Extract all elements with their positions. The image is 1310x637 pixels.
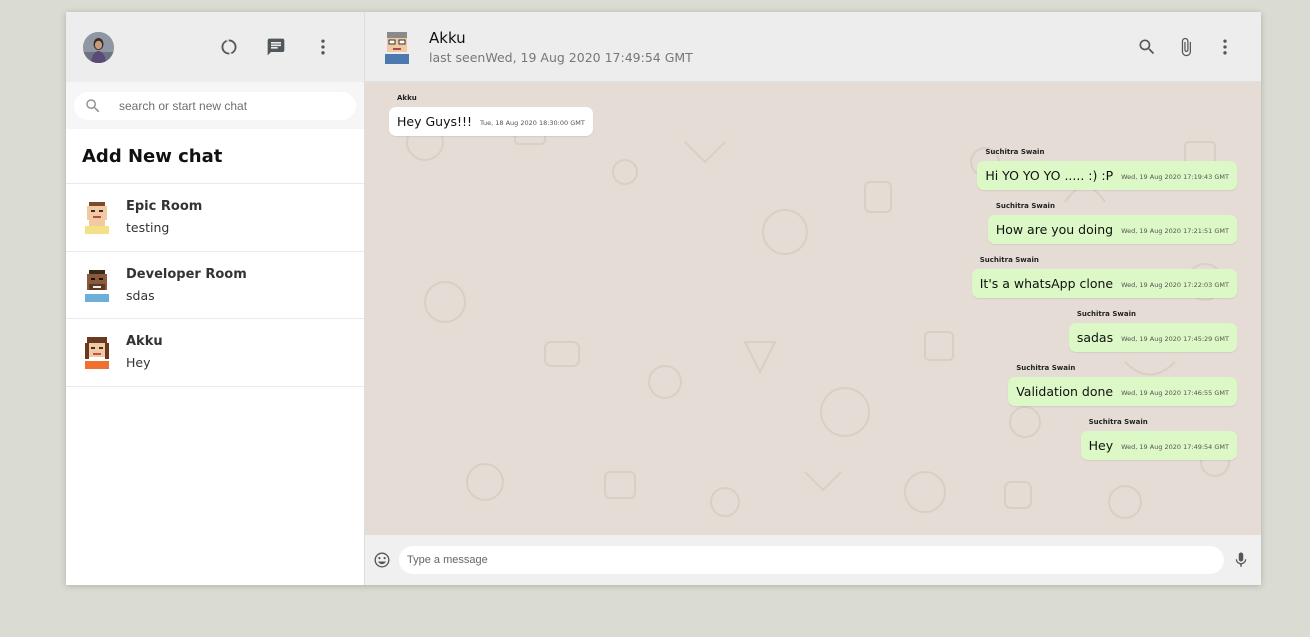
attach-icon[interactable] (1166, 27, 1205, 67)
search-box (74, 91, 356, 120)
message-bubble: Akku Hey Guys!!! Tue, 18 Aug 2020 18:30:… (389, 94, 593, 136)
emoji-icon[interactable] (373, 551, 391, 569)
chat-name: Epic Room (126, 199, 203, 215)
chat-list-item[interactable]: Developer Room sdas (66, 252, 364, 319)
sidebar: Add New chat Epic Room testing (66, 12, 365, 585)
message-timestamp: Wed, 19 Aug 2020 17:45:29 GMT (1121, 335, 1229, 343)
search-container (66, 82, 364, 129)
room-avatar (85, 337, 109, 370)
chat-body: Akku Hey Guys!!! Tue, 18 Aug 2020 18:30:… (365, 82, 1261, 535)
chat-header: Akku last seenWed, 19 Aug 2020 17:49:54 … (365, 12, 1261, 82)
chat-list-item[interactable]: Akku Hey (66, 319, 364, 387)
message-text: Hi YO YO YO ..... :) :P (985, 168, 1114, 183)
message-sender: Suchitra Swain (979, 256, 1039, 264)
last-seen-text: last seenWed, 19 Aug 2020 17:49:54 GMT (429, 49, 693, 65)
message-timestamp: Wed, 19 Aug 2020 17:19:43 GMT (1121, 173, 1229, 181)
sidebar-header (66, 12, 364, 82)
search-input[interactable] (119, 98, 339, 113)
message-timestamp: Wed, 19 Aug 2020 17:46:55 GMT (1121, 389, 1229, 397)
message-timestamp: Wed, 19 Aug 2020 17:49:54 GMT (1121, 443, 1229, 451)
search-icon[interactable] (1127, 27, 1166, 67)
chat-panel: Akku last seenWed, 19 Aug 2020 17:49:54 … (365, 12, 1261, 585)
chat-background-pattern (406, 121, 1230, 519)
message-bubble: Suchitra Swain Hi YO YO YO ..... :) :P W… (977, 148, 1237, 190)
message-timestamp: Wed, 19 Aug 2020 17:21:51 GMT (1121, 227, 1229, 235)
app-window: Add New chat Epic Room testing (66, 12, 1261, 585)
chat-footer (365, 535, 1261, 585)
menu-icon[interactable] (1205, 27, 1244, 67)
message-text: Hey Guys!!! (397, 114, 473, 129)
user-avatar[interactable] (83, 31, 114, 63)
message-sender: Suchitra Swain (985, 148, 1045, 156)
contact-avatar[interactable] (383, 30, 411, 64)
search-icon (86, 98, 100, 112)
add-new-chat-button[interactable]: Add New chat (66, 129, 364, 184)
message-bubble: Suchitra Swain It's a whatsApp clone Wed… (971, 256, 1237, 298)
room-avatar (85, 202, 109, 235)
sidebar-header-icons (205, 12, 346, 82)
chat-last-message: Hey (126, 355, 151, 371)
menu-icon[interactable] (299, 27, 346, 67)
message-bubble: Suchitra Swain Hey Wed, 19 Aug 2020 17:4… (1080, 418, 1237, 460)
message-sender: Suchitra Swain (995, 202, 1055, 210)
message-input[interactable] (399, 546, 1224, 574)
message-bubble: Suchitra Swain Validation done Wed, 19 A… (1008, 364, 1237, 406)
message-bubble: Suchitra Swain How are you doing Wed, 19… (987, 202, 1237, 244)
message-sender: Suchitra Swain (1088, 418, 1148, 426)
chat-name: Akku (126, 334, 163, 350)
chat-list-item[interactable]: Epic Room testing (66, 184, 364, 252)
chat-last-message: sdas (126, 287, 155, 303)
message-text: Validation done (1016, 384, 1114, 399)
mic-icon[interactable] (1232, 551, 1250, 573)
message-bubble: Suchitra Swain sadas Wed, 19 Aug 2020 17… (1068, 310, 1237, 352)
chat-header-icons (1127, 12, 1244, 82)
new-chat-icon[interactable] (252, 27, 299, 67)
status-icon[interactable] (205, 27, 252, 67)
message-text: How are you doing (995, 222, 1114, 237)
message-sender: Suchitra Swain (1016, 364, 1076, 372)
message-timestamp: Tue, 18 Aug 2020 18:30:00 GMT (480, 119, 585, 127)
contact-name: Akku (429, 28, 466, 47)
chat-last-message: testing (126, 220, 170, 236)
room-avatar (85, 269, 109, 302)
message-text: It's a whatsApp clone (979, 276, 1114, 291)
message-sender: Akku (397, 94, 417, 102)
chat-name: Developer Room (126, 266, 247, 282)
message-text: Hey (1088, 438, 1114, 453)
message-sender: Suchitra Swain (1076, 310, 1136, 318)
message-text: sadas (1076, 330, 1114, 345)
message-timestamp: Wed, 19 Aug 2020 17:22:03 GMT (1121, 281, 1229, 289)
